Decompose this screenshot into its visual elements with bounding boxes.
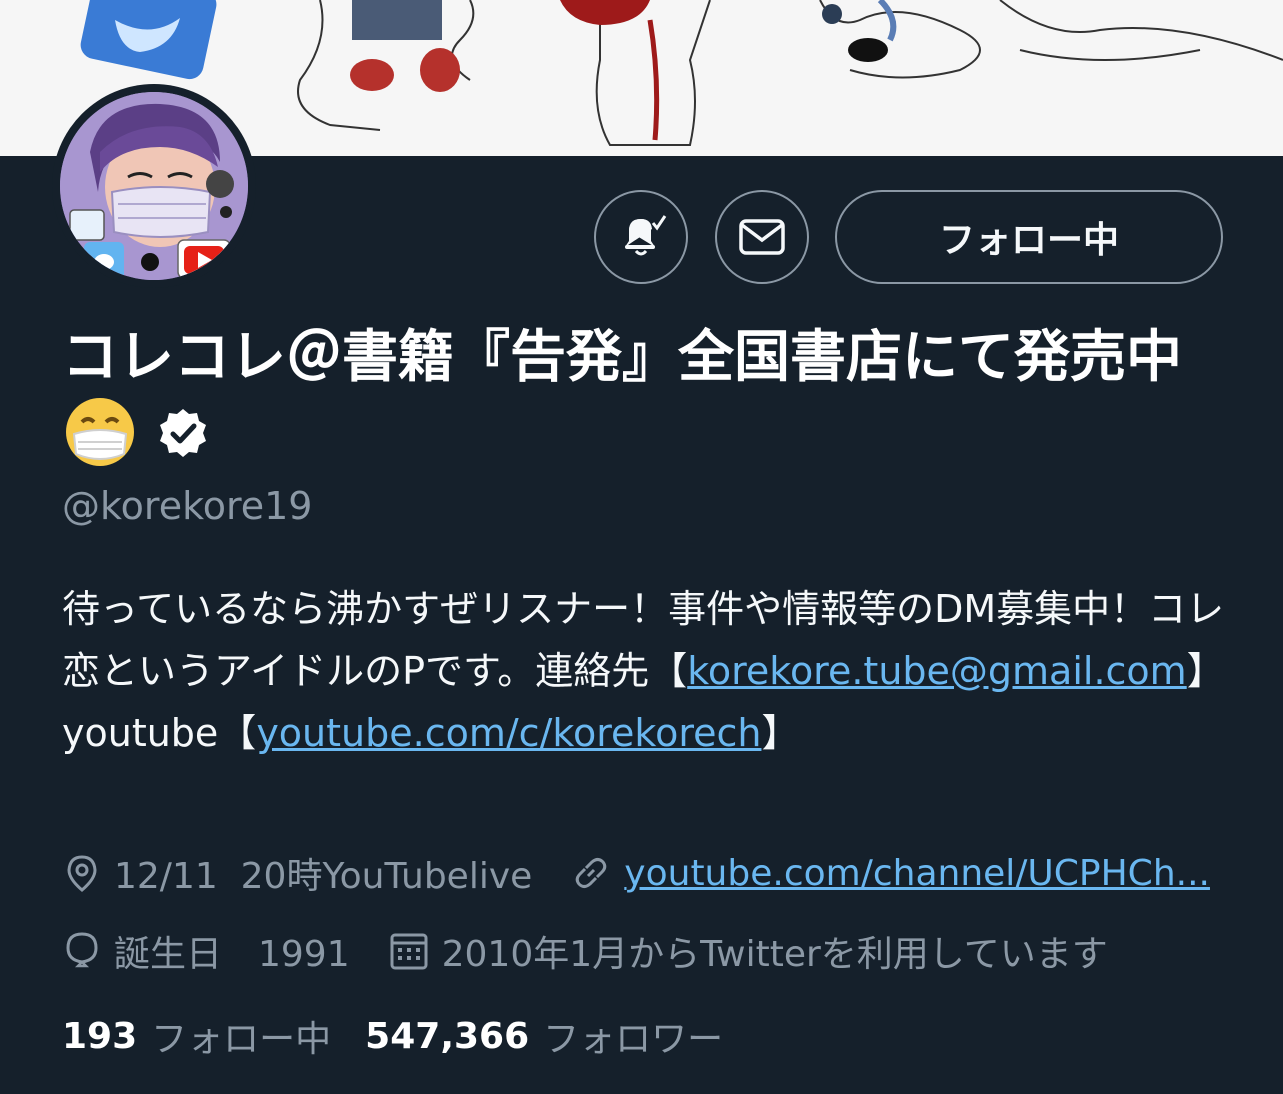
following-count: 193 xyxy=(62,1015,138,1057)
website-link[interactable]: youtube.com/channel/UCPHCh... xyxy=(624,853,1210,894)
profile-bio: 待っているなら沸かすぜリスナー！事件や情報等のDM募集中！コレ恋というアイドルの… xyxy=(62,578,1232,764)
bio-email-link[interactable]: korekore.tube@gmail.com xyxy=(687,649,1186,693)
follow-stats: 193 フォロー中 547,366 フォロワー xyxy=(62,1010,723,1062)
calendar-icon xyxy=(390,933,428,970)
profile-meta-row-1: 12/11 20時YouTubelive youtube.com/channel… xyxy=(62,848,1210,898)
birthday-balloon-icon xyxy=(66,932,98,968)
avatar-border xyxy=(52,84,256,288)
location-text: 12/11 20時YouTubelive xyxy=(114,856,533,897)
website-item: youtube.com/channel/UCPHCh... xyxy=(570,852,1210,894)
bio-text: 】 xyxy=(761,711,800,755)
joined-text: 2010年1月からTwitterを利用しています xyxy=(441,934,1108,975)
following-label: フォロー中 xyxy=(151,1019,332,1060)
followers-label: フォロワー xyxy=(543,1019,724,1060)
profile-meta-row-2: 誕生日 1991 2010年1月からTwitterを利用しています xyxy=(62,926,1108,976)
message-icon xyxy=(739,219,785,255)
user-handle: @korekore19 xyxy=(62,484,313,528)
birthday-text: 誕生日 1991 xyxy=(114,934,350,975)
avatar[interactable] xyxy=(60,92,248,280)
message-button[interactable] xyxy=(715,190,809,284)
following-button[interactable]: フォロー中 xyxy=(835,190,1223,284)
bio-youtube-link[interactable]: youtube.com/c/korekorech xyxy=(256,711,761,755)
notification-bell-icon xyxy=(625,215,667,256)
following-button-label: フォロー中 xyxy=(938,220,1119,261)
joined-item: 2010年1月からTwitterを利用しています xyxy=(388,925,1108,977)
following-stat[interactable]: 193 フォロー中 xyxy=(62,1010,331,1062)
birthday-item: 誕生日 1991 xyxy=(62,925,350,977)
mask-face-emoji xyxy=(64,396,136,468)
display-name: コレコレ＠書籍『告発』全国書店にて発売中 xyxy=(62,320,1222,476)
location-icon xyxy=(67,855,97,892)
location-item: 12/11 20時YouTubelive xyxy=(62,847,532,899)
followers-stat[interactable]: 547,366 フォロワー xyxy=(365,1010,723,1062)
verified-badge-icon[interactable] xyxy=(156,404,210,458)
display-name-text: コレコレ＠書籍『告発』全国書店にて発売中 xyxy=(62,325,1182,390)
link-icon xyxy=(576,858,607,888)
followers-count: 547,366 xyxy=(365,1015,530,1057)
notifications-button[interactable] xyxy=(594,190,688,284)
